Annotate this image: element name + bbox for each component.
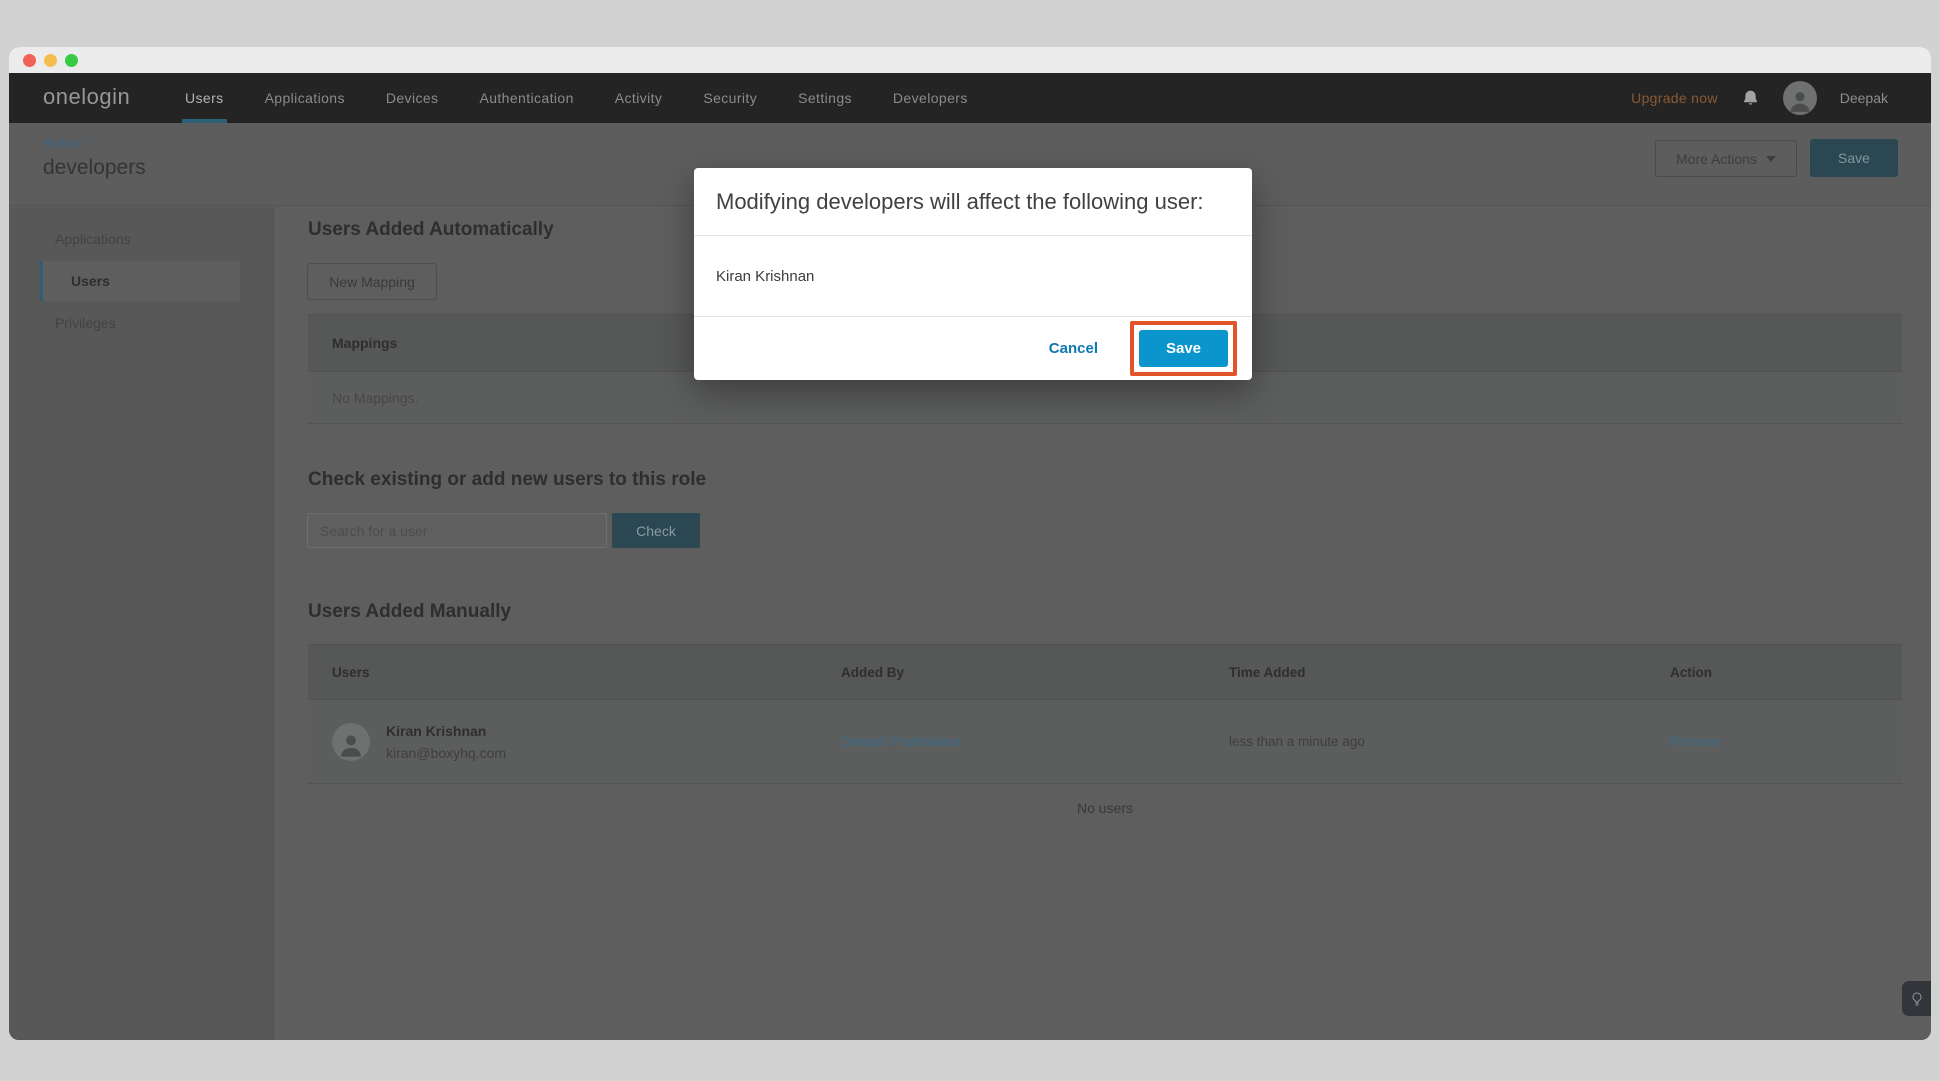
section-title-users-added-automatically: Users Added Automatically xyxy=(308,219,554,241)
avatar xyxy=(332,723,370,761)
upgrade-now-link[interactable]: Upgrade now xyxy=(1631,90,1718,106)
nav-item-activity[interactable]: Activity xyxy=(615,73,663,123)
nav-item-developers[interactable]: Developers xyxy=(893,73,968,123)
lightbulb-icon xyxy=(1909,991,1925,1007)
more-actions-label: More Actions xyxy=(1676,151,1757,167)
confirm-modal: Modifying developers will affect the fol… xyxy=(694,168,1252,380)
nav-item-authentication[interactable]: Authentication xyxy=(479,73,573,123)
header-save-button[interactable]: Save xyxy=(1810,139,1898,177)
page-title: developers xyxy=(43,156,146,180)
minimize-window-icon[interactable] xyxy=(44,54,57,67)
notification-bell-icon[interactable] xyxy=(1741,89,1760,108)
new-mapping-button[interactable]: New Mapping xyxy=(307,263,437,300)
modal-save-button[interactable]: Save xyxy=(1139,330,1228,367)
action-cell: Remove xyxy=(1670,733,1902,751)
no-users-text: No users xyxy=(308,800,1902,816)
feedback-widget[interactable] xyxy=(1902,981,1931,1016)
check-button[interactable]: Check xyxy=(612,513,700,548)
modal-affected-user: Kiran Krishnan xyxy=(694,236,1252,317)
person-icon xyxy=(337,731,365,759)
account-avatar[interactable] xyxy=(1783,81,1817,115)
zoom-window-icon[interactable] xyxy=(65,54,78,67)
browser-window: onelogin Users Applications Devices Auth… xyxy=(9,47,1931,1040)
nav-item-users[interactable]: Users xyxy=(185,73,224,123)
manual-table-header-row: Users Added By Time Added Action xyxy=(308,644,1902,700)
annotation-highlight-box: Save xyxy=(1130,321,1237,376)
more-actions-button[interactable]: More Actions xyxy=(1655,140,1797,177)
cancel-button[interactable]: Cancel xyxy=(1049,340,1098,357)
time-added-text: less than a minute ago xyxy=(1229,734,1365,749)
close-window-icon[interactable] xyxy=(23,54,36,67)
manual-users-table: Users Added By Time Added Action Kiran K… xyxy=(308,644,1902,784)
modal-title: Modifying developers will affect the fol… xyxy=(694,168,1252,236)
top-navbar: onelogin Users Applications Devices Auth… xyxy=(9,73,1931,123)
primary-nav: Users Applications Devices Authenticatio… xyxy=(185,73,968,123)
nav-item-applications[interactable]: Applications xyxy=(265,73,345,123)
column-header-action: Action xyxy=(1670,665,1902,680)
sidebar-spacer xyxy=(9,207,273,218)
user-name-email: Kiran Krishnan kiran@boxyhq.com xyxy=(386,723,506,761)
sidebar-item-applications[interactable]: Applications xyxy=(9,218,273,260)
column-header-users: Users xyxy=(308,665,841,680)
person-icon xyxy=(1787,88,1813,114)
navbar-right: Upgrade now Deepak xyxy=(1631,73,1931,123)
section-title-users-added-manually: Users Added Manually xyxy=(308,601,511,623)
nav-item-security[interactable]: Security xyxy=(703,73,757,123)
user-cell: Kiran Krishnan kiran@boxyhq.com xyxy=(308,723,841,761)
table-row: Kiran Krishnan kiran@boxyhq.com Deepak P… xyxy=(308,700,1902,784)
account-name[interactable]: Deepak xyxy=(1840,90,1888,106)
role-sidebar: Applications Users Privileges xyxy=(9,207,274,1040)
onelogin-logo[interactable]: onelogin xyxy=(43,73,130,123)
nav-item-settings[interactable]: Settings xyxy=(798,73,852,123)
added-by-link[interactable]: Deepak Prabhakara xyxy=(841,734,961,749)
sidebar-item-privileges[interactable]: Privileges xyxy=(9,302,273,344)
section-title-check-users: Check existing or add new users to this … xyxy=(308,469,706,491)
user-name: Kiran Krishnan xyxy=(386,723,506,739)
chevron-down-icon xyxy=(1766,156,1776,162)
sidebar-item-users[interactable]: Users xyxy=(40,261,240,301)
time-added-cell: less than a minute ago xyxy=(1229,733,1670,751)
window-titlebar xyxy=(9,47,1931,73)
search-user-input[interactable] xyxy=(307,513,607,548)
column-header-time-added: Time Added xyxy=(1229,665,1670,680)
remove-link[interactable]: Remove xyxy=(1670,734,1720,749)
nav-item-devices[interactable]: Devices xyxy=(386,73,439,123)
modal-footer: Cancel Save xyxy=(694,317,1252,379)
added-by-cell: Deepak Prabhakara xyxy=(841,733,1229,751)
breadcrumb[interactable]: Roles / xyxy=(43,135,87,151)
column-header-added-by: Added By xyxy=(841,665,1229,680)
user-email: kiran@boxyhq.com xyxy=(386,745,506,761)
